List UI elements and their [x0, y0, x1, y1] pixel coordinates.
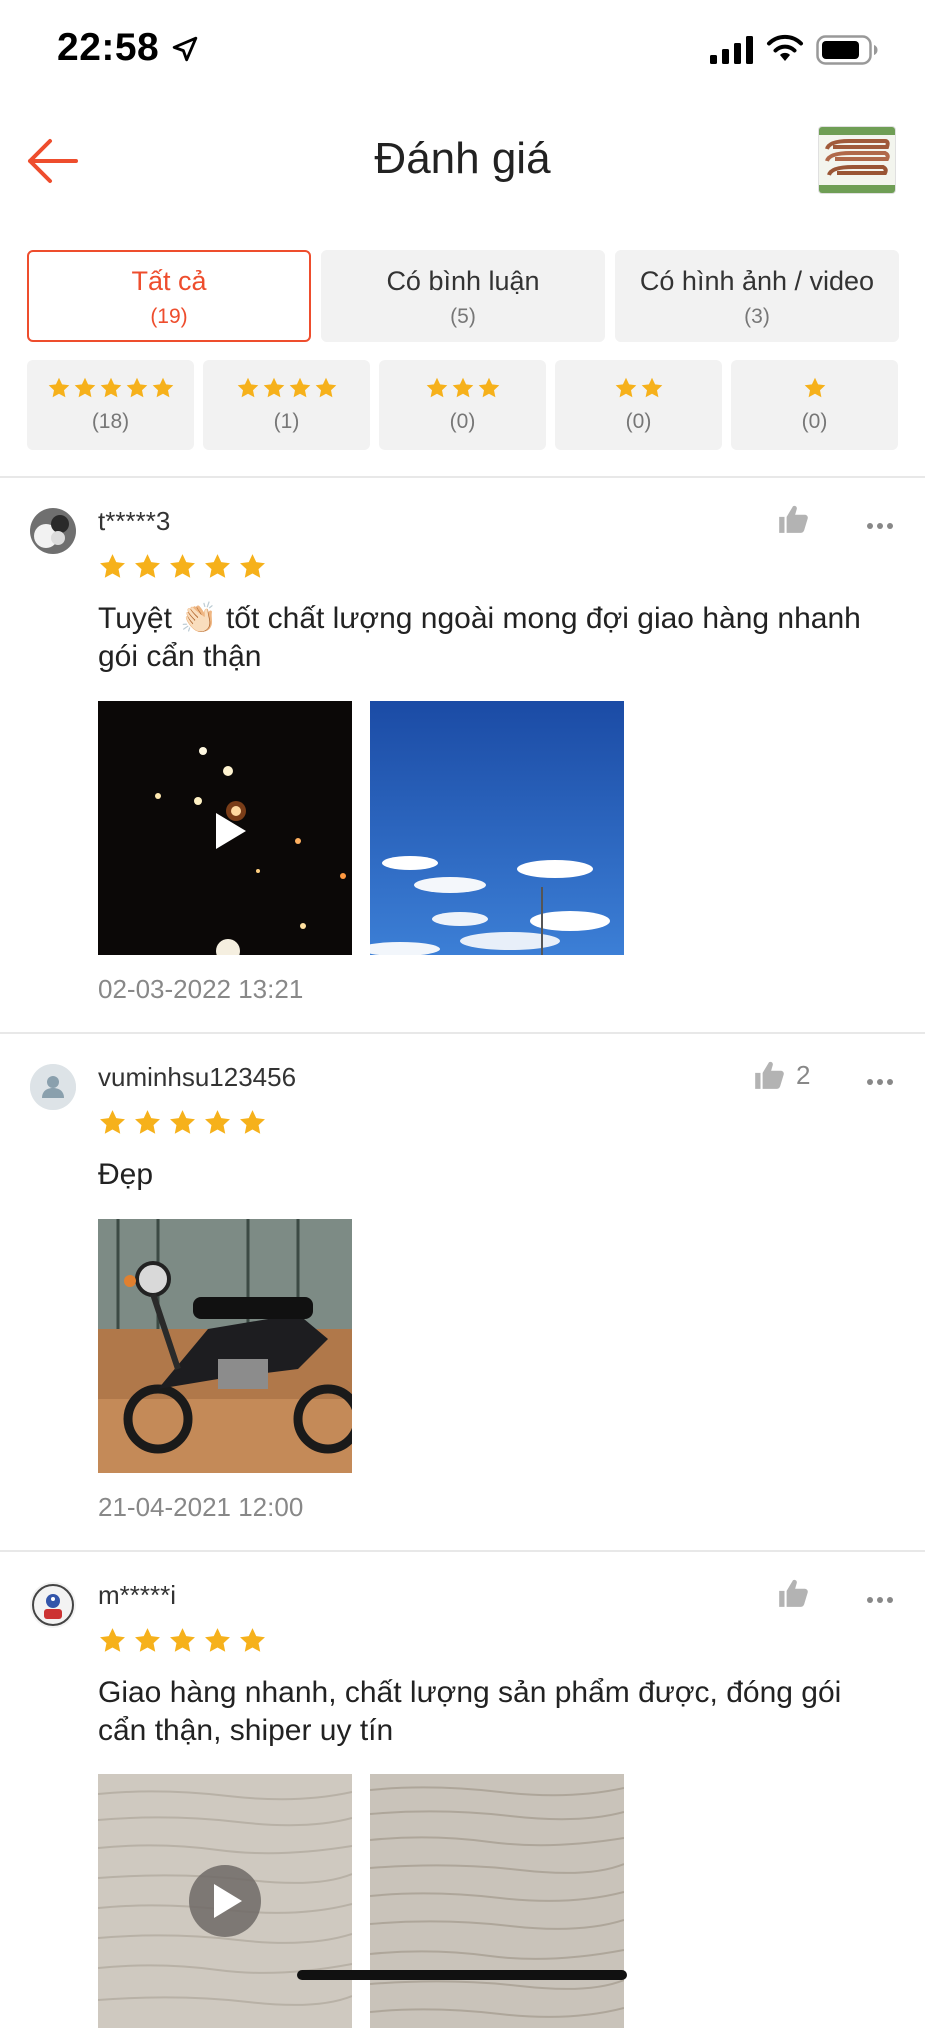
- wifi-icon: [767, 34, 803, 61]
- three-stars-icon: [379, 376, 546, 402]
- like-button[interactable]: [776, 502, 810, 536]
- review-username: m*****i: [98, 1580, 177, 1610]
- section-divider: [0, 476, 925, 478]
- star-filter-count: (0): [449, 410, 476, 433]
- cellular-signal-icon: [710, 36, 753, 64]
- filter-tab-5-stars[interactable]: (18): [27, 360, 194, 450]
- filter-tab-count: (5): [450, 305, 476, 328]
- thumbs-up-icon: [776, 502, 810, 536]
- more-options-icon[interactable]: [866, 1078, 894, 1086]
- star-filter-count: (18): [91, 410, 130, 433]
- filter-tab-count: (3): [744, 305, 770, 328]
- filter-tab-with-media[interactable]: Có hình ảnh / video (3): [615, 250, 899, 342]
- filter-tab-label: Có bình luận: [386, 266, 540, 296]
- home-indicator: [297, 1970, 627, 1980]
- filter-tab-all[interactable]: Tất cả (19): [27, 250, 311, 342]
- filter-tab-4-stars[interactable]: (1): [203, 360, 370, 450]
- avatar[interactable]: [30, 1582, 76, 1628]
- review-rating-stars: [98, 1626, 267, 1655]
- review-rating-stars: [98, 552, 267, 581]
- review-photo-thumbnail[interactable]: [370, 701, 624, 955]
- star-filter-count: (1): [273, 410, 300, 433]
- review-video-thumbnail[interactable]: [98, 1774, 352, 2028]
- status-time: 22:58: [57, 26, 160, 69]
- one-star-icon: [731, 376, 898, 402]
- review-rating-stars: [98, 1108, 267, 1137]
- thumbs-up-icon: [776, 1576, 810, 1610]
- four-stars-icon: [203, 376, 370, 402]
- review-date: 02-03-2022 13:21: [98, 974, 304, 1004]
- location-arrow-icon: [172, 36, 198, 62]
- filter-tab-1-star[interactable]: (0): [731, 360, 898, 450]
- header-bar: Đánh giá: [0, 100, 925, 220]
- more-options-icon[interactable]: [866, 522, 894, 530]
- product-thumbnail[interactable]: [818, 126, 896, 194]
- like-button[interactable]: [776, 1576, 810, 1610]
- avatar[interactable]: [30, 1064, 76, 1110]
- star-filter-count: (0): [625, 410, 652, 433]
- review-filter-tabs: Tất cả (19) Có bình luận (5) Có hình ảnh…: [27, 250, 899, 342]
- like-button[interactable]: 2: [752, 1058, 810, 1092]
- filter-tab-label: Tất cả: [131, 266, 207, 296]
- status-bar: 22:58: [0, 0, 925, 100]
- review-photo-thumbnail[interactable]: [370, 1774, 624, 2028]
- battery-icon: [816, 35, 878, 65]
- review-text: Giao hàng nhanh, chất lượng sản phẩm đượ…: [98, 1676, 842, 1747]
- page-title: Đánh giá: [374, 134, 551, 183]
- review-username: vuminhsu123456: [98, 1062, 297, 1092]
- review-date: 21-04-2021 12:00: [98, 1492, 304, 1522]
- filter-tab-2-stars[interactable]: (0): [555, 360, 722, 450]
- review-text: Đẹp: [98, 1158, 154, 1191]
- review-username: t*****3: [98, 506, 171, 536]
- star-filter-tabs: (18) (1) (0) (0) (0): [27, 360, 899, 450]
- filter-tab-3-stars[interactable]: (0): [379, 360, 546, 450]
- star-filter-count: (0): [801, 410, 828, 433]
- two-stars-icon: [555, 376, 722, 402]
- filter-tab-with-comments[interactable]: Có bình luận (5): [321, 250, 605, 342]
- filter-tab-label: Có hình ảnh / video: [639, 266, 875, 296]
- like-count: 2: [796, 1059, 811, 1090]
- review-text: Tuyệt 👏🏻 tốt chất lượng ngoài mong đợi g…: [98, 602, 861, 673]
- avatar[interactable]: [30, 508, 76, 554]
- review-divider: [0, 1032, 925, 1034]
- review-video-thumbnail[interactable]: [98, 701, 352, 955]
- five-stars-icon: [27, 376, 194, 402]
- more-options-icon[interactable]: [866, 1596, 894, 1604]
- filter-tab-count: (19): [150, 305, 188, 328]
- thumbs-up-icon: [752, 1058, 786, 1092]
- review-photo-thumbnail[interactable]: [98, 1219, 352, 1473]
- review-divider: [0, 1550, 925, 1552]
